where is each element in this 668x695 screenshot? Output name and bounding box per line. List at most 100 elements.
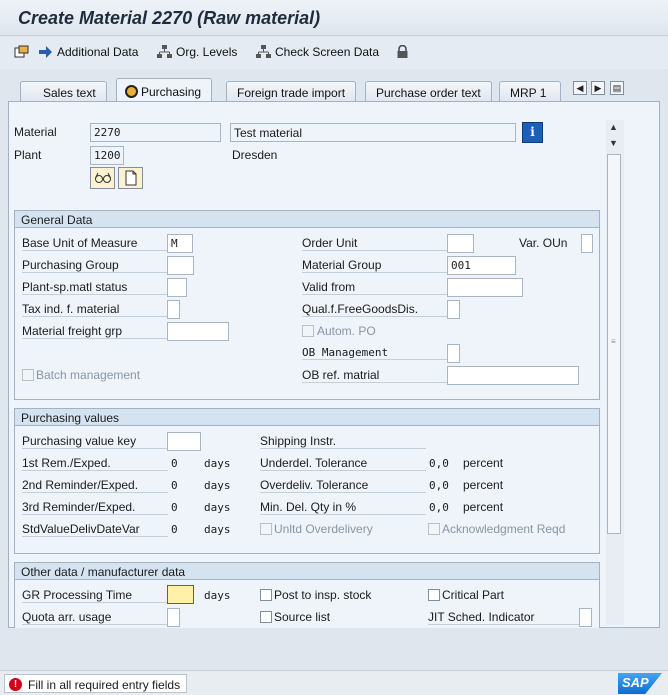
tab-scroll-left-button[interactable]: ◀ <box>573 81 587 95</box>
rem1-value: 0 <box>171 457 178 470</box>
triangle-left-icon: ◀ <box>576 83 584 93</box>
sap-logo-text: SAP <box>622 675 649 690</box>
quota-arr-usage-field[interactable] <box>167 608 180 627</box>
tab-mrp-1[interactable]: MRP 1 <box>499 81 561 102</box>
status-bar: ! Fill in all required entry fields SAP <box>0 670 668 695</box>
vertical-scrollbar[interactable]: ▲ ▼ ≡ <box>606 120 624 625</box>
ob-management-label: OB Management <box>302 346 448 360</box>
valid-from-label: Valid from <box>302 280 448 295</box>
post-insp-stock-label: Post to insp. stock <box>274 588 372 602</box>
plant-label: Plant <box>14 148 42 162</box>
jit-indicator-field[interactable] <box>579 608 592 627</box>
qual-free-goods-field[interactable] <box>447 300 460 319</box>
material-label: Material <box>14 125 57 139</box>
stdvalue-value: 0 <box>171 523 178 536</box>
percent-unit: percent <box>463 456 504 470</box>
tab-purchasing[interactable]: Purchasing <box>116 78 213 102</box>
plant-status-field[interactable] <box>167 278 187 297</box>
rem2-value: 0 <box>171 479 178 492</box>
purchasing-group-field[interactable] <box>167 256 194 275</box>
tab-sales-text[interactable]: Sales text <box>20 81 107 102</box>
additional-data-label: Additional Data <box>57 45 139 59</box>
info-icon: i <box>530 125 535 139</box>
arrow-right-icon <box>38 45 53 59</box>
lock-icon <box>395 44 410 59</box>
tax-indicator-field[interactable] <box>167 300 180 319</box>
triangle-right-icon: ▶ <box>594 83 602 93</box>
rem3-label: 3rd Reminder/Exped. <box>22 500 168 515</box>
material-field[interactable]: 2270 <box>90 123 221 142</box>
critical-part-checkbox[interactable] <box>428 589 440 601</box>
scroll-down-button[interactable]: ▼ <box>609 138 618 148</box>
tab-strip: Sales text Purchasing Foreign trade impo… <box>8 78 660 102</box>
gr-processing-time-field[interactable] <box>167 585 194 604</box>
purchasing-value-key-label: Purchasing value key <box>22 434 168 449</box>
freight-group-field[interactable] <box>167 322 229 341</box>
jit-indicator-label: JIT Sched. Indicator <box>428 610 580 625</box>
tab-scroll-right-button[interactable]: ▶ <box>591 81 605 95</box>
tab-label: Purchase order text <box>376 86 481 100</box>
tab-foreign-trade-import[interactable]: Foreign trade import <box>226 81 357 102</box>
org-levels-button[interactable]: Org. Levels <box>157 45 237 59</box>
order-unit-label: Order Unit <box>302 236 448 251</box>
ob-ref-material-field[interactable] <box>447 366 579 385</box>
check-screen-data-button[interactable]: Check Screen Data <box>256 45 379 59</box>
group-header: Other data / manufacturer data <box>15 563 599 580</box>
quota-arr-usage-label: Quota arr. usage <box>22 610 168 625</box>
days-unit: days <box>204 523 231 536</box>
purchasing-value-key-field[interactable] <box>167 432 201 451</box>
scroll-up-button[interactable]: ▲ <box>609 122 618 132</box>
acknowledgment-checkbox[interactable] <box>428 523 440 535</box>
check-screen-data-label: Check Screen Data <box>275 45 380 59</box>
material-group-field[interactable]: 001 <box>447 256 516 275</box>
post-insp-stock-checkbox[interactable] <box>260 589 272 601</box>
overdel-tolerance-value: 0,0 <box>429 479 449 492</box>
rem2-label: 2nd Reminder/Exped. <box>22 478 168 493</box>
percent-unit: percent <box>463 500 504 514</box>
plant-status-label: Plant-sp.matl status <box>22 280 168 295</box>
display-org-button[interactable] <box>90 167 115 189</box>
source-list-checkbox[interactable] <box>260 611 272 623</box>
lock-button[interactable] <box>395 44 410 59</box>
acknowledgment-label: Acknowledgment Reqd <box>442 522 566 536</box>
material-group-label: Material Group <box>302 258 448 273</box>
additional-data-button[interactable]: Additional Data <box>38 45 138 59</box>
days-unit: days <box>204 501 231 514</box>
document-icon <box>125 170 137 189</box>
valid-from-field[interactable] <box>447 278 523 297</box>
tab-content-area: Material 2270 Test material i Plant 1200… <box>8 102 660 628</box>
plant-field[interactable]: 1200 <box>90 146 124 165</box>
order-unit-field[interactable] <box>447 234 474 253</box>
check-screen-icon <box>256 45 271 59</box>
stdvalue-label: StdValueDelivDateVar <box>22 522 168 537</box>
other-view-button[interactable] <box>14 45 29 59</box>
ob-management-field[interactable] <box>447 344 460 363</box>
plant-description: Dresden <box>232 148 278 162</box>
material-description-field[interactable]: Test material <box>230 123 516 142</box>
sap-logo: SAP <box>618 673 662 694</box>
base-uom-field[interactable]: M <box>167 234 193 253</box>
other-data-group: Other data / manufacturer data GR Proces… <box>14 562 600 628</box>
ob-ref-material-label: OB ref. matrial <box>302 368 448 383</box>
org-levels-label: Org. Levels <box>176 45 238 59</box>
title-bar: Create Material 2270 (Raw material) <box>0 0 668 36</box>
scroll-thumb[interactable]: ≡ <box>607 154 621 534</box>
purchasing-values-group: Purchasing values Purchasing value key S… <box>14 408 600 554</box>
days-unit: days <box>204 589 231 602</box>
freight-group-label: Material freight grp <box>22 324 168 339</box>
error-icon: ! <box>9 678 22 691</box>
autom-po-checkbox[interactable] <box>302 325 314 337</box>
unltd-overdelivery-checkbox[interactable] <box>260 523 272 535</box>
tab-label: Sales text <box>43 86 96 100</box>
tab-purchase-order-text[interactable]: Purchase order text <box>365 81 492 102</box>
var-oun-label: Var. OUn <box>519 236 568 250</box>
info-button[interactable]: i <box>522 122 543 143</box>
tab-list-button[interactable]: ▤ <box>610 81 624 95</box>
batch-management-checkbox[interactable] <box>22 369 34 381</box>
new-document-button[interactable] <box>118 167 143 189</box>
status-message[interactable]: ! Fill in all required entry fields <box>4 674 188 693</box>
var-oun-field[interactable] <box>581 234 593 253</box>
tab-list-icon: ▤ <box>612 83 622 93</box>
tax-indicator-label: Tax ind. f. material <box>22 302 168 317</box>
group-header: Purchasing values <box>15 409 599 426</box>
